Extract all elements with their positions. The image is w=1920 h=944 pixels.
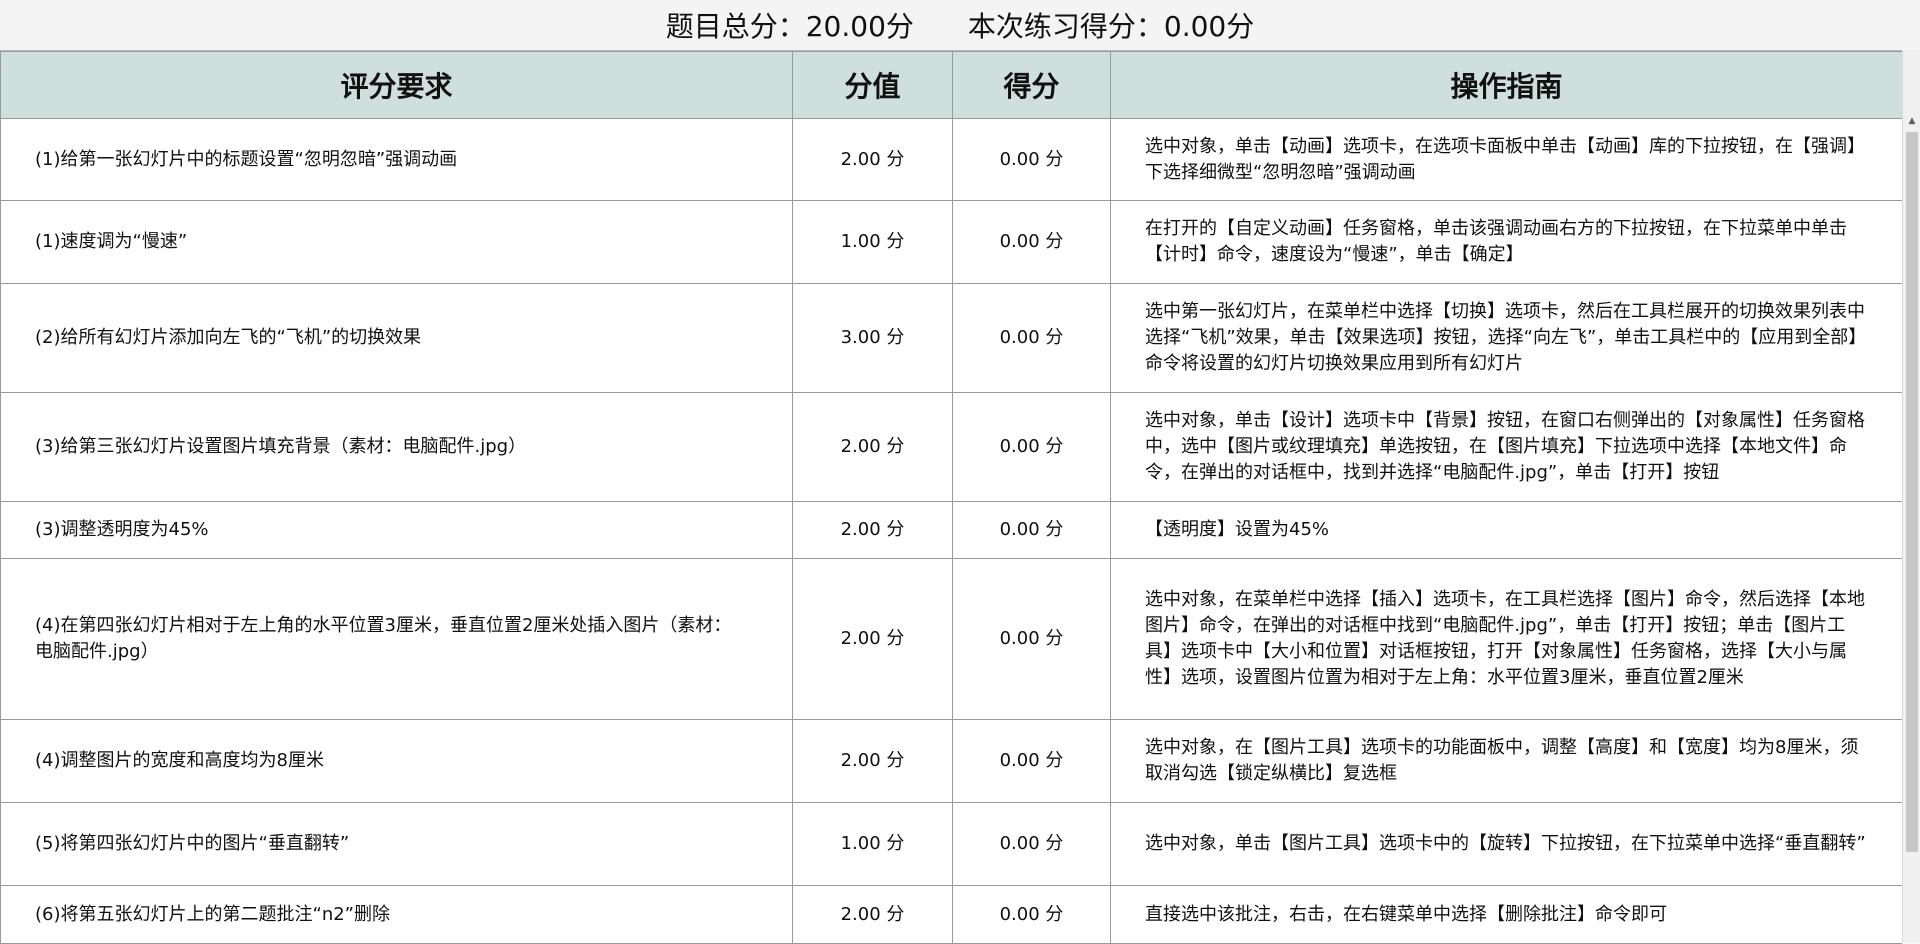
scrollbar-thumb[interactable] [1906, 132, 1918, 852]
score-cell: 0.00 分 [952, 200, 1111, 284]
column-header-score: 得分 [952, 51, 1111, 119]
points-cell: 2.00 分 [792, 885, 953, 944]
column-header-requirement: 评分要求 [0, 51, 793, 119]
guide-cell: 【透明度】设置为45% [1110, 501, 1902, 559]
score-cell: 0.00 分 [952, 118, 1111, 201]
guide-cell: 选中对象，单击【设计】选项卡中【背景】按钮，在窗口右侧弹出的【对象属性】任务窗格… [1110, 392, 1902, 502]
guide-cell: 在打开的【自定义动画】任务窗格，单击该强调动画右方的下拉按钮，在下拉菜单中单击【… [1110, 200, 1902, 284]
column-header-points: 分值 [792, 51, 953, 119]
score-cell: 0.00 分 [952, 885, 1111, 944]
points-cell: 2.00 分 [792, 558, 953, 720]
table-row: (4)在第四张幻灯片相对于左上角的水平位置3厘米，垂直位置2厘米处插入图片（素材… [0, 558, 1902, 720]
table-row: (4)调整图片的宽度和高度均为8厘米 2.00 分 0.00 分 选中对象，在【… [0, 719, 1902, 803]
requirement-cell: (2)给所有幻灯片添加向左飞的“飞机”的切换效果 [0, 283, 793, 393]
table-row: (1)给第一张幻灯片中的标题设置“忽明忽暗”强调动画 2.00 分 0.00 分… [0, 118, 1902, 201]
points-cell: 2.00 分 [792, 118, 953, 201]
table-row: (6)将第五张幻灯片上的第二题批注“n2”删除 2.00 分 0.00 分 直接… [0, 885, 1902, 944]
requirement-cell: (4)调整图片的宽度和高度均为8厘米 [0, 719, 793, 803]
table-row: (3)调整透明度为45% 2.00 分 0.00 分 【透明度】设置为45% [0, 501, 1902, 559]
points-cell: 1.00 分 [792, 802, 953, 886]
scroll-up-arrow-icon[interactable]: ▲ [1903, 112, 1920, 130]
total-score-label: 题目总分：20.00分 [665, 10, 914, 43]
requirement-cell: (4)在第四张幻灯片相对于左上角的水平位置3厘米，垂直位置2厘米处插入图片（素材… [0, 558, 793, 720]
requirement-cell: (1)速度调为“慢速” [0, 200, 793, 284]
score-cell: 0.00 分 [952, 501, 1111, 559]
practice-score-label: 本次练习得分：0.00分 [967, 10, 1255, 43]
guide-cell: 选中对象，单击【图片工具】选项卡中的【旋转】下拉按钮，在下拉菜单中选择“垂直翻转… [1110, 802, 1902, 886]
grading-table: 评分要求 分值 得分 操作指南 (1)给第一张幻灯片中的标题设置“忽明忽暗”强调… [0, 51, 1902, 944]
requirement-cell: (6)将第五张幻灯片上的第二题批注“n2”删除 [0, 885, 793, 944]
points-cell: 3.00 分 [792, 283, 953, 393]
table-row: (3)给第三张幻灯片设置图片填充背景（素材：电脑配件.jpg） 2.00 分 0… [0, 392, 1902, 502]
requirement-cell: (3)给第三张幻灯片设置图片填充背景（素材：电脑配件.jpg） [0, 392, 793, 502]
points-cell: 2.00 分 [792, 392, 953, 502]
score-cell: 0.00 分 [952, 283, 1111, 393]
column-header-guide: 操作指南 [1110, 51, 1902, 119]
guide-cell: 选中对象，在菜单栏中选择【插入】选项卡，在工具栏选择【图片】命令，然后选择【本地… [1110, 558, 1902, 720]
points-cell: 1.00 分 [792, 200, 953, 284]
requirement-cell: (1)给第一张幻灯片中的标题设置“忽明忽暗”强调动画 [0, 118, 793, 201]
guide-cell: 选中对象，在【图片工具】选项卡的功能面板中，调整【高度】和【宽度】均为8厘米，须… [1110, 719, 1902, 803]
table-row: (2)给所有幻灯片添加向左飞的“飞机”的切换效果 3.00 分 0.00 分 选… [0, 283, 1902, 393]
score-summary-bar: 题目总分：20.00分 本次练习得分：0.00分 [0, 0, 1920, 50]
requirement-cell: (5)将第四张幻灯片中的图片“垂直翻转” [0, 802, 793, 886]
score-summary: 题目总分：20.00分 本次练习得分：0.00分 [666, 5, 1255, 45]
score-cell: 0.00 分 [952, 558, 1111, 720]
guide-cell: 直接选中该批注，右击，在右键菜单中选择【删除批注】命令即可 [1110, 885, 1902, 944]
vertical-scrollbar[interactable]: ▲ [1902, 50, 1920, 943]
guide-cell: 选中对象，单击【动画】选项卡，在选项卡面板中单击【动画】库的下拉按钮，在【强调】… [1110, 118, 1902, 201]
requirement-cell: (3)调整透明度为45% [0, 501, 793, 559]
points-cell: 2.00 分 [792, 501, 953, 559]
score-cell: 0.00 分 [952, 802, 1111, 886]
grading-table-container[interactable]: 评分要求 分值 得分 操作指南 (1)给第一张幻灯片中的标题设置“忽明忽暗”强调… [0, 50, 1902, 944]
points-cell: 2.00 分 [792, 719, 953, 803]
score-cell: 0.00 分 [952, 719, 1111, 803]
table-row: (5)将第四张幻灯片中的图片“垂直翻转” 1.00 分 0.00 分 选中对象，… [0, 802, 1902, 886]
score-cell: 0.00 分 [952, 392, 1111, 502]
guide-cell: 选中第一张幻灯片，在菜单栏中选择【切换】选项卡，然后在工具栏展开的切换效果列表中… [1110, 283, 1902, 393]
table-header-row: 评分要求 分值 得分 操作指南 [0, 51, 1902, 119]
table-row: (1)速度调为“慢速” 1.00 分 0.00 分 在打开的【自定义动画】任务窗… [0, 200, 1902, 284]
